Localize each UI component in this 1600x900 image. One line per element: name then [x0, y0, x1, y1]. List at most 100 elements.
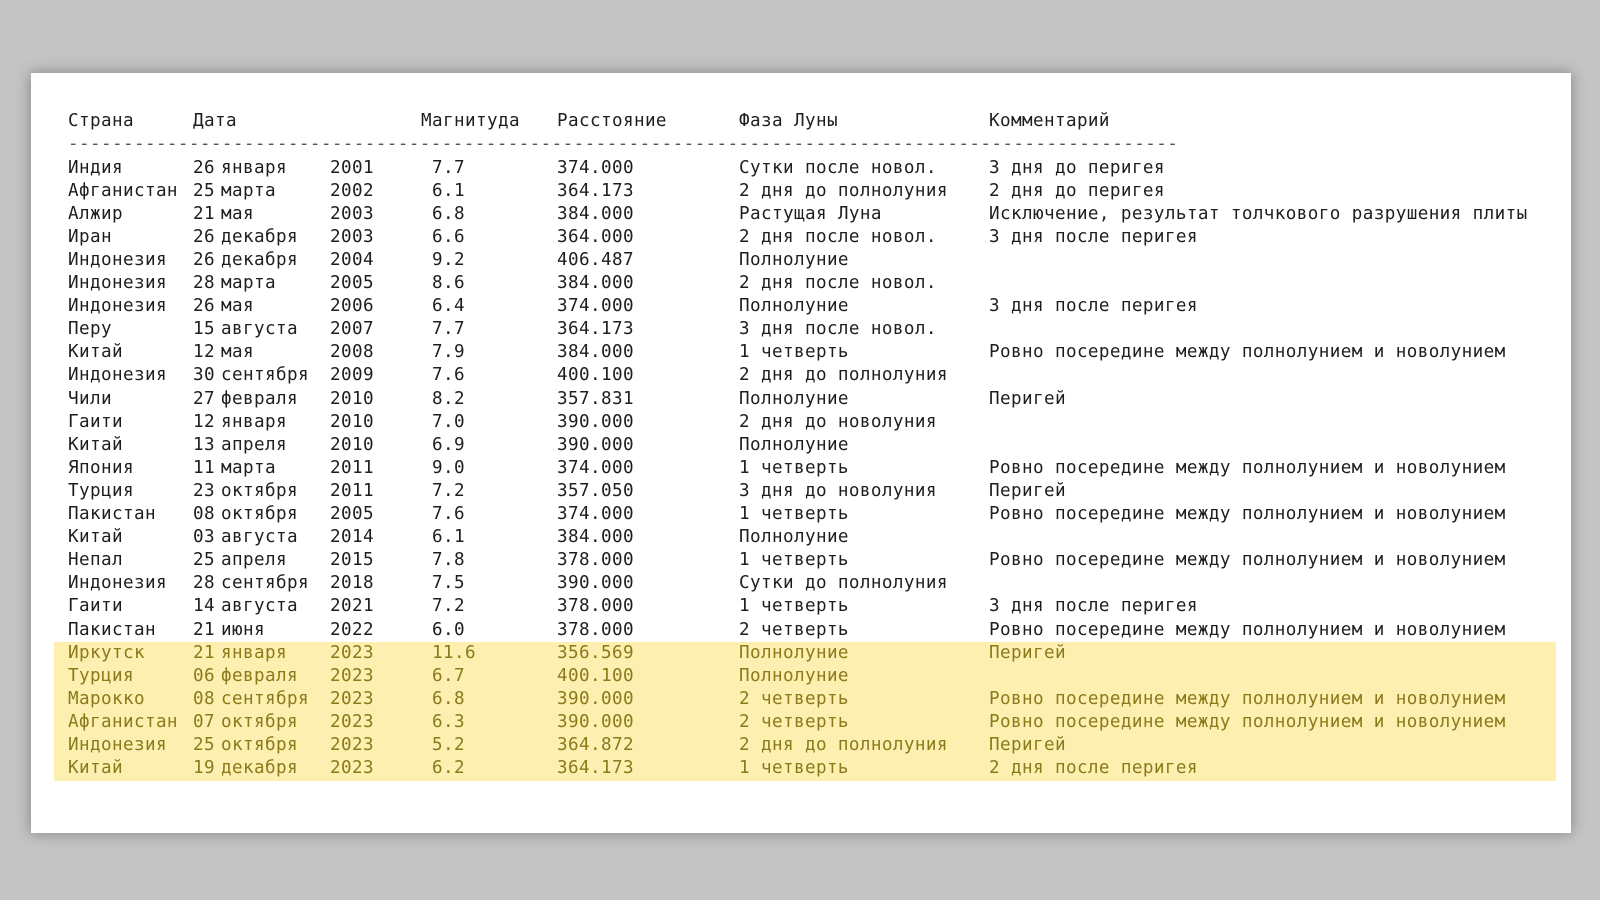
- row-comment: Ровно посередине между полнолунием и нов…: [989, 711, 1506, 732]
- header-divider: ----------------------------------------…: [68, 134, 1178, 154]
- row-day: 27: [193, 388, 215, 409]
- row-year: 2014: [330, 527, 374, 548]
- row-distance: 384.000: [557, 203, 634, 224]
- row-country: Гаити: [68, 411, 123, 432]
- row-day: 26: [193, 226, 215, 247]
- row-day: 21: [193, 203, 215, 224]
- row-comment: 3 дня до перигея: [989, 157, 1165, 178]
- row-year: 2022: [330, 619, 374, 640]
- row-distance: 357.831: [557, 388, 634, 409]
- row-comment: Ровно посередине между полнолунием и нов…: [989, 504, 1506, 524]
- row-magnitude: 6.7: [432, 665, 465, 686]
- row-day: 23: [193, 480, 215, 501]
- row-phase: Полнолуние: [739, 665, 849, 686]
- row-comment: Ровно посередине между полнолунием и нов…: [989, 342, 1506, 363]
- row-year: 2023: [330, 735, 374, 755]
- row-day: 13: [193, 434, 215, 455]
- row-phase: Полнолуние: [739, 434, 849, 455]
- row-month: октября: [221, 735, 298, 755]
- row-phase: Сутки после новол.: [739, 157, 937, 178]
- row-day: 08: [193, 504, 215, 524]
- row-year: 2004: [330, 249, 374, 270]
- row-distance: 374.000: [557, 157, 634, 178]
- row-distance: 364.872: [557, 735, 634, 755]
- row-day: 19: [193, 758, 215, 779]
- row-phase: Полнолуние: [739, 296, 849, 317]
- row-magnitude: 7.2: [432, 596, 465, 617]
- row-country: Марокко: [68, 688, 145, 709]
- row-distance: 400.100: [557, 365, 634, 386]
- row-phase: 2 дня до новолуния: [739, 411, 937, 432]
- row-country: Индонезия: [68, 249, 167, 270]
- row-year: 2023: [330, 711, 374, 732]
- row-comment: Перигей: [989, 642, 1066, 663]
- table-row: Китай 13 апреля 2010 6.9 390.000 Полнолуние: [31, 434, 1571, 458]
- row-phase: Полнолуние: [739, 388, 849, 409]
- row-comment: Ровно посередине между полнолунием и нов…: [989, 457, 1506, 478]
- row-distance: 356.569: [557, 642, 634, 663]
- row-country: Япония: [68, 457, 134, 478]
- row-magnitude: 6.0: [432, 619, 465, 640]
- table-row-highlighted: Иркутск 21 января 2023 11.6 356.569 Полнолуние…: [54, 641, 1556, 666]
- row-distance: 364.173: [557, 319, 634, 340]
- row-magnitude: 7.8: [432, 550, 465, 571]
- row-month: января: [221, 157, 287, 178]
- header-country: Страна: [68, 111, 134, 131]
- row-day: 30: [193, 365, 215, 386]
- row-month: мая: [221, 342, 254, 363]
- row-distance: 400.100: [557, 665, 634, 686]
- document-page: Страна Дата Магнитуда Расстояние Фаза Лу…: [31, 73, 1571, 833]
- row-distance: 390.000: [557, 573, 634, 594]
- row-distance: 378.000: [557, 596, 634, 617]
- row-phase: 2 четверть: [739, 688, 849, 709]
- table-row: Индонезия 28 сентября 2018 7.5 390.000 Сутки д…: [31, 572, 1571, 596]
- row-country: Индонезия: [68, 735, 167, 755]
- table-row: Перу 15 августа 2007 7.7 364.173 3 дня после н…: [31, 318, 1571, 342]
- table-row: Гаити 14 августа 2021 7.2 378.000 1 четверть 3 …: [31, 595, 1571, 619]
- row-day: 12: [193, 411, 215, 432]
- row-magnitude: 7.6: [432, 504, 465, 524]
- table-row: Индонезия 26 декабря 2004 9.2 406.487 Полнолун…: [31, 249, 1571, 273]
- row-magnitude: 9.0: [432, 457, 465, 478]
- table-header: Страна Дата Магнитуда Расстояние Фаза Лу…: [31, 110, 1571, 134]
- row-month: октября: [221, 504, 298, 524]
- row-year: 2015: [330, 550, 374, 571]
- row-month: августа: [221, 319, 298, 340]
- row-year: 2009: [330, 365, 374, 386]
- row-country: Индонезия: [68, 273, 167, 293]
- row-distance: 378.000: [557, 550, 634, 571]
- row-year: 2003: [330, 226, 374, 247]
- row-country: Афганистан: [68, 180, 178, 201]
- row-day: 25: [193, 735, 215, 755]
- row-phase: 3 дня до новолуния: [739, 480, 937, 501]
- row-country: Индонезия: [68, 573, 167, 594]
- row-month: сентября: [221, 688, 309, 709]
- row-comment: 2 дня до перигея: [989, 180, 1165, 201]
- row-year: 2005: [330, 273, 374, 293]
- header-date: Дата: [193, 111, 237, 131]
- row-phase: 2 дня до полнолуния: [739, 365, 948, 386]
- row-year: 2010: [330, 411, 374, 432]
- row-comment: Перигей: [989, 735, 1066, 755]
- row-comment: 2 дня после перигея: [989, 758, 1198, 779]
- row-phase: 2 четверть: [739, 619, 849, 640]
- row-year: 2023: [330, 688, 374, 709]
- row-magnitude: 11.6: [432, 642, 476, 663]
- row-year: 2008: [330, 342, 374, 363]
- row-country: Турция: [68, 665, 134, 686]
- row-magnitude: 6.6: [432, 226, 465, 247]
- row-month: февраля: [221, 388, 298, 409]
- row-phase: 2 четверть: [739, 711, 849, 732]
- table-row: Гаити 12 января 2010 7.0 390.000 2 дня до ново…: [31, 411, 1571, 435]
- row-day: 25: [193, 550, 215, 571]
- row-day: 11: [193, 457, 215, 478]
- row-month: апреля: [221, 434, 287, 455]
- row-phase: 2 дня после новол.: [739, 226, 937, 247]
- row-distance: 390.000: [557, 711, 634, 732]
- row-distance: 406.487: [557, 249, 634, 270]
- row-year: 2007: [330, 319, 374, 340]
- row-year: 2011: [330, 457, 374, 478]
- table-row: Алжир 21 мая 2003 6.8 384.000 Растущая Луна Иск…: [31, 203, 1571, 227]
- row-magnitude: 7.2: [432, 480, 465, 501]
- row-phase: Полнолуние: [739, 642, 849, 663]
